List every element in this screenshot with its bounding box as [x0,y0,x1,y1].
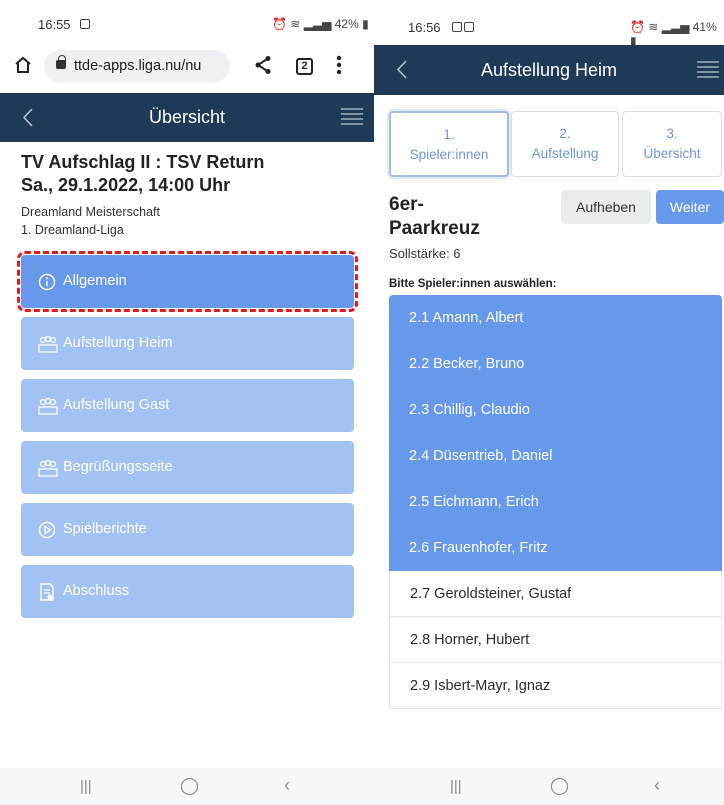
page-title: Aufstellung Heim [480,60,618,80]
player-row-amann[interactable]: 2.1 Amann, Albert [389,295,722,341]
status-indicators: ⏰ ≋ ▂▃▅ 41% ▮ [630,20,724,48]
signal-icon: ▂▃▅ [303,17,332,31]
match-teams: TV Aufschlag II : TSV Return [21,152,265,172]
menu-button-begruessungsseite[interactable]: Begrüßungsseite [21,441,354,494]
phone-lineup: 16:56 ⏰ ≋ ▂▃▅ 41% ▮ Aufstellung Heim 1. [374,0,724,805]
menu-button-label: Begrüßungsseite [63,459,173,475]
status-time: 16:55 [38,17,71,32]
player-row-frauenhofer[interactable]: 2.6 Frauenhofer, Fritz [389,525,722,571]
step-number: 1. [443,127,455,142]
lock-icon [56,55,66,69]
weiter-button[interactable]: Weiter [656,190,724,224]
hamburger-menu-icon[interactable] [340,105,364,129]
info-icon [38,273,56,291]
wizard-steps: 1. Spieler:innen 2. Aufstellung 3. Übers… [389,111,722,177]
signal-icon: ▂▃▅ [661,20,690,34]
step-label: Übersicht [643,146,701,161]
share-icon[interactable] [254,55,272,75]
back-nav-icon[interactable]: ‹ [284,775,290,796]
screenshot-pair: 16:55 ⏰ ≋ ▂▃▅ 42% ▮ ttde-apps.liga.nu/nu [0,0,724,805]
android-nav-bar: ||| ◯ ‹ [0,768,374,805]
player-list: 2.1 Amann, Albert 2.2 Becker, Bruno 2.3 … [389,295,722,709]
team-icon [38,335,58,353]
heading-line-2: Paarkreuz [389,218,480,239]
team-icon [38,397,58,415]
section-heading: 6er- Paarkreuz [389,193,519,241]
home-nav-icon[interactable]: ◯ [180,776,199,796]
hamburger-menu-icon[interactable] [696,58,720,82]
overflow-menu-icon[interactable] [336,55,342,75]
app-navbar: Aufstellung Heim [374,45,724,95]
match-datetime: Sa., 29.1.2022, 14:00 Uhr [21,175,231,195]
championship-name: Dreamland Meisterschaft [21,205,160,219]
step-label: Spieler:innen [409,147,489,162]
match-title: TV Aufschlag II : TSV Return Sa., 29.1.2… [21,151,264,197]
menu-button-allgemein[interactable]: Allgemein [17,251,358,312]
step-label: Aufstellung [531,146,599,161]
heading-line-1: 6er- [389,194,424,215]
battery-level: 42% [334,17,359,31]
status-bar: 16:56 ⏰ ≋ ▂▃▅ 41% ▮ [374,0,724,48]
gallery-icon [80,19,90,29]
aufheben-button[interactable]: Aufheben [561,190,651,224]
alarm-icon: ⏰ [630,20,645,34]
menu-button-label: Allgemein [63,273,127,289]
wifi-icon: ≋ [648,20,659,34]
status-indicators: ⏰ ≋ ▂▃▅ 42% ▮ [272,17,369,31]
alarm-icon: ⏰ [272,17,287,31]
player-row-geroldsteiner[interactable]: 2.7 Geroldsteiner, Gustaf [389,571,722,617]
player-row-eichmann[interactable]: 2.5 Eichmann, Erich [389,479,722,525]
player-row-duesentrieb[interactable]: 2.4 Düsentrieb, Daniel [389,433,722,479]
player-row-becker[interactable]: 2.2 Becker, Bruno [389,341,722,387]
step-number: 2. [559,126,571,141]
back-nav-icon[interactable]: ‹ [654,775,660,796]
selection-instruction: Bitte Spieler:innen auswählen: [389,278,557,290]
status-time: 16:56 [408,20,441,35]
menu-button-label: Aufstellung Heim [63,335,173,351]
team-icon [38,459,58,477]
menu-button-label: Aufstellung Gast [63,397,170,413]
phone-overview: 16:55 ⏰ ≋ ▂▃▅ 42% ▮ ttde-apps.liga.nu/nu [0,0,374,805]
wifi-icon: ≋ [290,17,301,31]
gallery-icon [464,22,474,32]
player-row-isbert-mayr[interactable]: 2.9 Isbert-Mayr, Ignaz [389,663,722,709]
battery-icon: ▮ [362,17,369,31]
url-text: ttde-apps.liga.nu/nu [74,58,202,74]
page-title: Übersicht [148,107,226,127]
app-navbar: Übersicht [0,93,374,142]
tab-switcher-button[interactable]: 2 [296,58,313,75]
step-aufstellung[interactable]: 2. Aufstellung [511,111,619,177]
menu-button-aufstellung-heim[interactable]: Aufstellung Heim [21,317,354,370]
menu-button-label: Abschluss [63,583,130,599]
status-bar: 16:55 ⏰ ≋ ▂▃▅ 42% ▮ [0,0,374,36]
battery-level: 41% [692,20,717,34]
browser-toolbar: ttde-apps.liga.nu/nu 2 [0,44,374,86]
step-number: 3. [666,126,678,141]
step-spielerinnen[interactable]: 1. Spieler:innen [389,111,509,177]
play-icon [38,521,56,539]
recent-apps-icon[interactable]: ||| [450,778,462,795]
player-row-horner[interactable]: 2.8 Horner, Hubert [389,617,722,663]
menu-button-label: Spielberichte [63,521,147,537]
recent-apps-icon[interactable]: ||| [80,778,92,795]
home-nav-icon[interactable]: ◯ [550,776,569,796]
android-nav-bar: ||| ◯ ‹ [374,768,724,805]
calendar-icon [452,22,462,32]
menu-button-abschluss[interactable]: Abschluss [21,565,354,618]
url-bar[interactable]: ttde-apps.liga.nu/nu [44,50,230,82]
report-icon [40,583,54,601]
menu-button-aufstellung-gast[interactable]: Aufstellung Gast [21,379,354,432]
league-name: 1. Dreamland-Liga [21,223,124,237]
step-uebersicht[interactable]: 3. Übersicht [622,111,722,177]
home-icon[interactable] [14,56,32,74]
menu-button-spielberichte[interactable]: Spielberichte [21,503,354,556]
target-strength: Sollstärke: 6 [389,246,461,261]
player-row-chillig[interactable]: 2.3 Chillig, Claudio [389,387,722,433]
